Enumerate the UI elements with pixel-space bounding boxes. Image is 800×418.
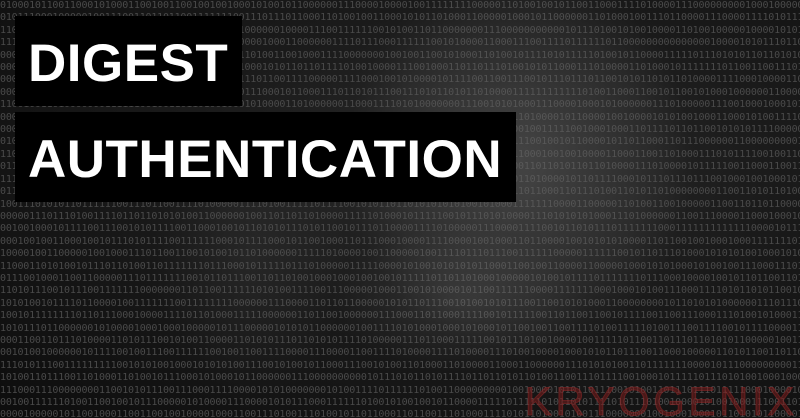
title-line-1: DIGEST xyxy=(15,16,243,106)
title-line-2: AUTHENTICATION xyxy=(15,112,517,202)
hero-banner: 0100010110011000101000110010011001001001… xyxy=(0,0,800,418)
watermark-logo: KRYOGENIX xyxy=(524,380,798,418)
